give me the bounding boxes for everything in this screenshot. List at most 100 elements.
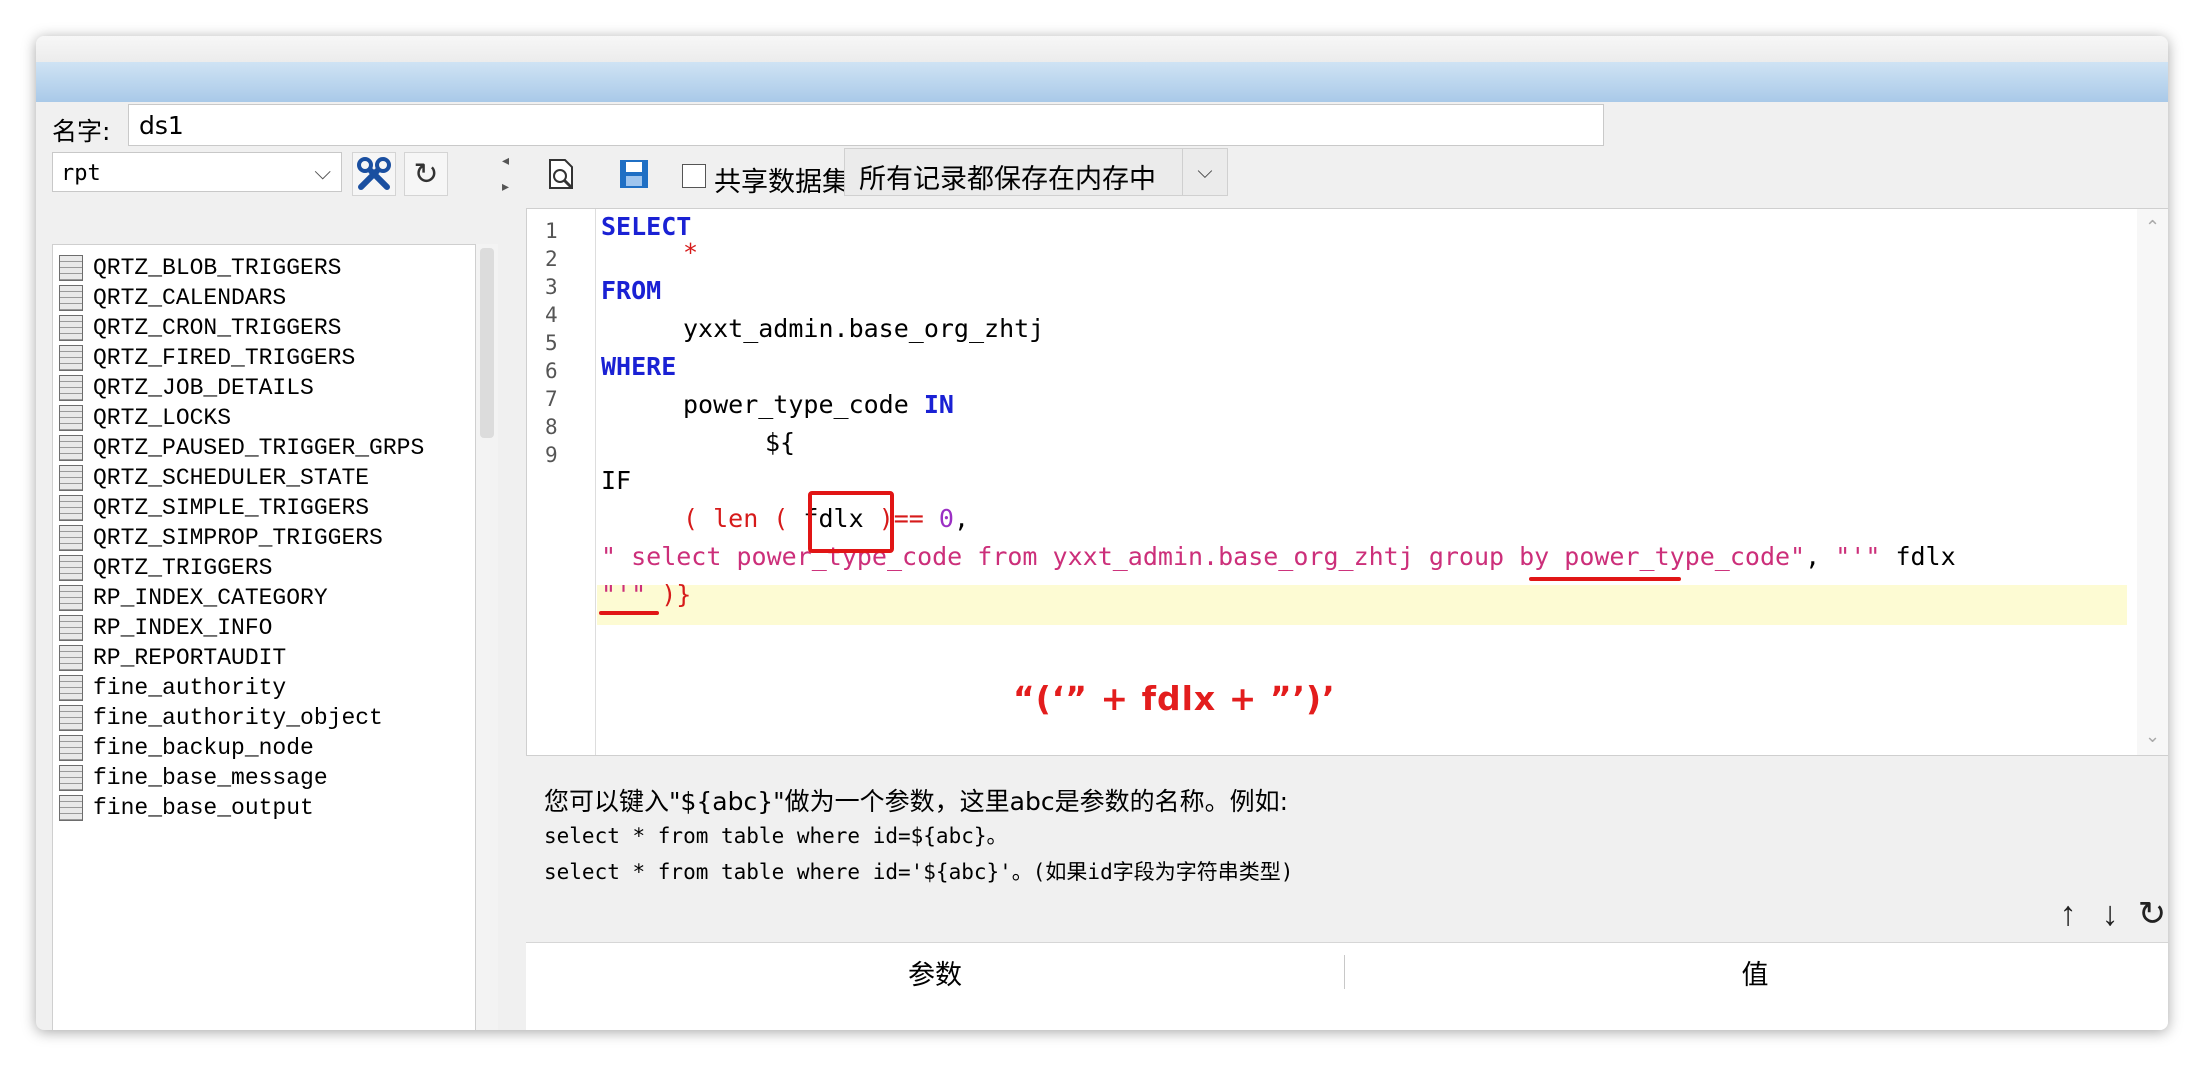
collapse-arrow-icon: ◂ [502,152,510,168]
keyword-select: SELECT [601,212,692,241]
parameter-table: 参数 值 [526,942,2168,1030]
help-line-2: select * from table where id=${abc}。 [544,824,1008,848]
sql-editor[interactable]: 1 2 3 4 5 6 7 8 9 SELECT * FROM yxxt_adm… [526,208,2168,756]
table-item[interactable]: QRTZ_TRIGGERS [53,553,475,583]
preview-icon [549,159,573,189]
database-select[interactable]: rpt ⌵ [52,152,342,192]
line-number: 7 [545,387,558,411]
sql-code: SELECT * FROM yxxt_admin.base_org_zhtj W… [601,209,2101,755]
cache-mode-select[interactable]: 所有记录都保存在内存中 ⌵ [844,148,1228,196]
table-item[interactable]: fine_backup_node [53,733,475,763]
sql-toolbar: 共享数据集 所有记录都保存在内存中 ⌵ [524,142,2168,202]
scroll-up-icon[interactable]: ⌃ [2145,217,2160,238]
table-icon [59,735,83,761]
table-item[interactable]: QRTZ_SCHEDULER_STATE [53,463,475,493]
connection-settings-button[interactable] [352,152,396,196]
table-icon [59,555,83,581]
expand-arrow-icon: ▸ [502,178,510,194]
param-column-header: 参数 [908,959,962,991]
keyword-in: IN [923,390,954,419]
arrow-up-icon: ↑ [2059,894,2077,933]
scroll-down-icon[interactable]: ⌄ [2145,726,2160,747]
table-item[interactable]: fine_authority [53,673,475,703]
table-icon [59,255,83,281]
refresh-button[interactable]: ↻ [404,152,448,196]
line-number: 3 [545,275,558,299]
table-item[interactable]: QRTZ_JOB_DETAILS [53,373,475,403]
help-line-3: select * from table where id='${abc}'。(如… [544,860,1294,884]
table-icon [59,585,83,611]
fdlx-token-2: fdlx [1895,542,1956,571]
table-item[interactable]: QRTZ_SIMPLE_TRIGGERS [53,493,475,523]
quote-underline-1 [1529,577,1681,581]
dataset-name-input[interactable]: ds1 [128,104,1604,146]
table-name-token: yxxt_admin.base_org_zhtj [683,314,1045,343]
preview-button[interactable] [544,156,580,192]
share-dataset-label: 共享数据集 [714,167,849,198]
share-dataset-checkbox[interactable] [682,164,706,188]
line-number: 2 [545,247,558,271]
name-label: 名字: [52,117,111,146]
line-number: 1 [545,219,558,243]
cache-mode-value: 所有记录都保存在内存中 [859,164,1156,195]
concat-annotation: “(‘” + fdlx + ”’)’ [1012,678,1336,719]
table-item[interactable]: QRTZ_CALENDARS [53,283,475,313]
panel-splitter[interactable]: ◂ ▸ [502,152,512,212]
table-icon [59,375,83,401]
table-item[interactable]: fine_authority_object [53,703,475,733]
table-item[interactable]: fine_base_message [53,763,475,793]
table-item[interactable]: QRTZ_SIMPROP_TRIGGERS [53,523,475,553]
help-line-1: 您可以键入"${abc}"做为一个参数，这里abc是参数的名称。例如: [544,787,1289,816]
refresh-params-button[interactable]: ↻ [2132,894,2168,934]
line-number: 8 [545,415,558,439]
separator-token: , [1805,542,1836,571]
value-column-header: 值 [1741,959,1769,991]
table-icon [59,315,83,341]
table-icon [59,615,83,641]
editor-scrollbar[interactable]: ⌃ ⌄ [2137,209,2168,755]
table-tree: QRTZ_BLOB_TRIGGERS QRTZ_CALENDARS QRTZ_C… [52,244,476,1030]
table-item[interactable]: QRTZ_CRON_TRIGGERS [53,313,475,343]
table-icon [59,405,83,431]
close-token: )} [661,580,692,609]
table-item[interactable]: QRTZ_LOCKS [53,403,475,433]
save-button[interactable] [616,156,652,192]
table-tree-scrollbar[interactable] [476,244,498,1030]
table-icon [59,645,83,671]
table-icon [59,465,83,491]
chevron-down-icon: ⌵ [1182,149,1227,195]
chevron-down-icon: ⌵ [314,159,331,184]
refresh-icon: ↻ [413,157,439,191]
table-icon [59,795,83,821]
table-icon [59,765,83,791]
move-up-button[interactable]: ↑ [2048,894,2088,934]
len-call-token: ( len ( [683,504,789,533]
table-item[interactable]: RP_REPORTAUDIT [53,643,475,673]
table-item[interactable]: QRTZ_BLOB_TRIGGERS [53,253,475,283]
sql-panel: 共享数据集 所有记录都保存在内存中 ⌵ 1 2 3 4 5 6 7 8 9 SE… [524,142,2168,1030]
left-panel: rpt ⌵ ↻ ◂ ▸ QRTZ_BLOB_TRIGGERS QRTZ_CALE… [52,152,512,1030]
param-open-token: ${ [765,428,796,457]
quote-close-token: "'" [601,580,647,609]
zero-token: 0 [938,504,954,533]
wrench-screwdriver-icon [357,157,391,190]
table-item[interactable]: RP_INDEX_INFO [53,613,475,643]
line-number-gutter: 1 2 3 4 5 6 7 8 9 [527,209,596,755]
comma-token: , [953,504,970,533]
title-strip [36,62,2168,102]
table-icon [59,675,83,701]
table-icon [59,435,83,461]
line-number: 4 [545,303,558,327]
table-item[interactable]: RP_INDEX_CATEGORY [53,583,475,613]
table-item[interactable]: QRTZ_FIRED_TRIGGERS [53,343,475,373]
table-item[interactable]: fine_base_output [53,793,475,823]
table-icon [59,525,83,551]
arrow-down-icon: ↓ [2101,894,2119,933]
table-icon [59,705,83,731]
table-item[interactable]: QRTZ_PAUSED_TRIGGER_GRPS [53,433,475,463]
scrollbar-thumb[interactable] [480,248,494,438]
line-number: 6 [545,359,558,383]
move-down-button[interactable]: ↓ [2090,894,2130,934]
fdlx-highlight-box [808,491,894,553]
refresh-icon: ↻ [2137,895,2167,933]
